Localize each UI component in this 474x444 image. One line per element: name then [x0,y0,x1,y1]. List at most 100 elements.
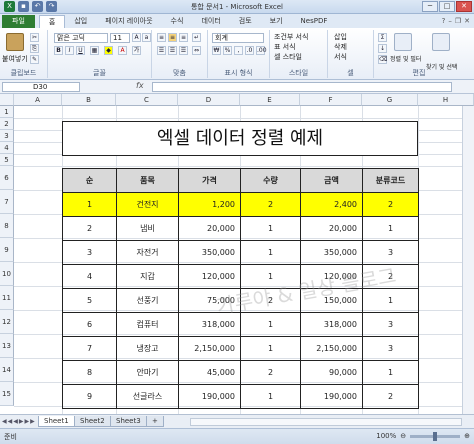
header-cell-price[interactable]: 가격 [178,168,241,193]
fill-icon[interactable]: ↓ [378,44,387,53]
cell[interactable]: 120,000 [178,264,241,289]
cell[interactable]: 1 [240,240,301,265]
merge-center-icon[interactable]: ⇔ [192,46,201,55]
increase-decimal-icon[interactable]: .0 [245,46,254,55]
cell[interactable]: 2,400 [300,192,363,217]
grow-font-icon[interactable]: A [132,33,141,42]
column-header[interactable]: H [418,94,474,106]
sort-filter-button[interactable]: 정렬 및 필터 [390,54,421,63]
bold-icon[interactable]: B [54,46,63,55]
table-format-button[interactable]: 표 서식 [274,42,296,52]
fx-icon[interactable]: fx [136,81,144,90]
clear-icon[interactable]: ⌫ [378,55,387,64]
tab-view[interactable]: 보기 [261,15,292,28]
cell[interactable]: 1,200 [178,192,241,217]
row-header[interactable]: 5 [0,154,14,166]
row-header[interactable]: 1 [0,106,14,118]
name-box[interactable]: D30 [2,82,80,92]
cell[interactable]: 3 [362,336,419,361]
cell[interactable]: 2,150,000 [178,336,241,361]
row-header[interactable]: 8 [0,214,14,238]
cell[interactable]: 1 [362,360,419,385]
zoom-in-icon[interactable]: ⊕ [464,432,470,440]
sort-filter-icon[interactable] [394,33,412,51]
tab-review[interactable]: 검토 [230,15,261,28]
cell[interactable]: 190,000 [300,384,363,409]
cell[interactable]: 안마기 [116,360,179,385]
row-header[interactable]: 14 [0,358,14,382]
header-cell-item[interactable]: 품목 [116,168,179,193]
find-select-icon[interactable] [432,33,450,51]
cell[interactable]: 3 [362,312,419,337]
column-header[interactable]: D [178,94,240,106]
align-center-icon[interactable]: ☰ [168,46,177,55]
column-header[interactable]: A [14,94,62,106]
ribbon-close-icon[interactable]: ✕ [464,15,470,28]
shrink-font-icon[interactable]: a [142,33,151,42]
font-name-select[interactable]: 맑은 고딕 [54,33,108,43]
header-cell-amount[interactable]: 금액 [300,168,363,193]
cell[interactable]: 2 [362,384,419,409]
tab-insert[interactable]: 삽입 [65,15,96,28]
cell[interactable]: 자전거 [116,240,179,265]
header-cell-category-code[interactable]: 분류코드 [362,168,419,193]
help-icon[interactable]: ? [442,15,446,28]
cell[interactable]: 318,000 [300,312,363,337]
align-middle-icon[interactable]: ≡ [168,33,177,42]
sheet-title[interactable]: 엑셀 데이터 정렬 예제 [62,121,418,156]
cell[interactable]: 냄비 [116,216,179,241]
tab-formulas[interactable]: 수식 [162,15,193,28]
header-cell-quantity[interactable]: 수량 [240,168,301,193]
row-header[interactable]: 3 [0,130,14,142]
cell[interactable]: 2,150,000 [300,336,363,361]
cell[interactable]: 5 [62,288,117,313]
paste-icon[interactable] [6,33,24,51]
comma-icon[interactable]: , [234,46,243,55]
column-header[interactable]: E [240,94,300,106]
cell[interactable]: 1 [240,384,301,409]
align-right-icon[interactable]: ☰ [179,46,188,55]
maximize-button[interactable]: □ [439,1,455,12]
cell[interactable]: 선풍기 [116,288,179,313]
cell[interactable]: 9 [62,384,117,409]
cell[interactable]: 선글라스 [116,384,179,409]
cell[interactable]: 350,000 [178,240,241,265]
cell[interactable]: 190,000 [178,384,241,409]
italic-icon[interactable]: I [65,46,74,55]
cell[interactable]: 1 [240,336,301,361]
conditional-format-button[interactable]: 조건부 서식 [274,32,308,42]
cell[interactable]: 2 [362,192,419,217]
horizontal-scrollbar[interactable] [190,418,462,426]
copy-icon[interactable]: ⎘ [30,44,39,53]
number-format-select[interactable]: 회계 [212,33,264,43]
border-icon[interactable]: ▦ [90,46,99,55]
autosum-icon[interactable]: Σ [378,33,387,42]
cell[interactable]: 1 [240,216,301,241]
sheet-tab-1[interactable]: Sheet1 [38,416,75,427]
format-painter-icon[interactable]: ✎ [30,55,39,64]
new-sheet-icon[interactable]: + [146,416,164,427]
cell[interactable]: 90,000 [300,360,363,385]
phonetic-icon[interactable]: 가 [132,46,141,55]
wrap-text-icon[interactable]: ↵ [192,33,201,42]
formula-input[interactable] [152,82,452,92]
cell[interactable]: 350,000 [300,240,363,265]
paste-label[interactable]: 붙여넣기 [2,54,28,64]
percent-icon[interactable]: % [223,46,232,55]
zoom-out-icon[interactable]: ⊖ [400,432,406,440]
cell[interactable]: 4 [62,264,117,289]
format-cells-button[interactable]: 서식 [334,52,347,62]
cell[interactable]: 20,000 [178,216,241,241]
insert-cells-button[interactable]: 삽입 [334,32,347,42]
fill-color-icon[interactable]: ◆ [104,46,113,55]
cut-icon[interactable]: ✂ [30,33,39,42]
cell[interactable]: 냉장고 [116,336,179,361]
cell[interactable]: 2 [240,192,301,217]
zoom-level[interactable]: 100% [376,432,396,440]
tab-file[interactable]: 파일 [2,15,35,28]
header-cell-no[interactable]: 순 [62,168,117,193]
tab-nespdf[interactable]: NesPDF [292,15,337,28]
column-header[interactable]: G [362,94,418,106]
ribbon-restore-icon[interactable]: ❐ [455,15,461,28]
sheet-nav-icon[interactable]: ◀◀◀▶▶▶ [2,418,36,425]
